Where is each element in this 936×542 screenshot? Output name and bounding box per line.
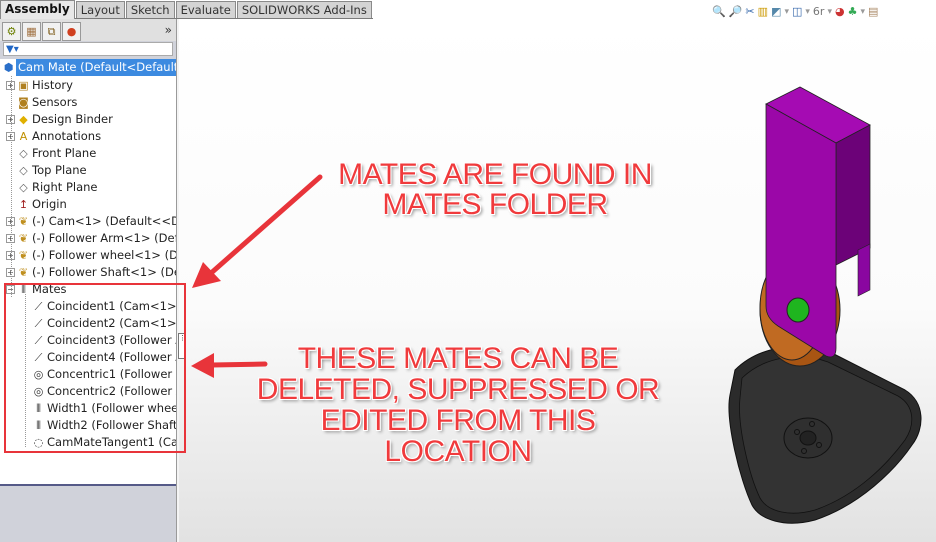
plane-icon: ◇ <box>19 181 28 194</box>
more-tabs-button[interactable]: » <box>165 23 172 37</box>
tree-guide-line <box>11 76 12 297</box>
view-orientation-icon[interactable]: ◩ <box>771 5 781 19</box>
tree-item-history[interactable]: + ▣ History <box>0 77 176 94</box>
propertymanager-icon[interactable]: ▦ <box>22 22 41 41</box>
hide-show-items-icon[interactable]: 6r <box>813 5 825 19</box>
tree-item-label: History <box>32 78 73 92</box>
tree-item-label: Sensors <box>32 95 78 109</box>
zoom-to-area-icon[interactable]: 🔎 <box>729 5 743 19</box>
tree-item-label: (-) Follower Arm<1> (Defau <box>32 231 176 245</box>
tab-solidworks-add-ins[interactable]: SOLIDWORKS Add-Ins <box>236 1 372 18</box>
tree-item-label: Annotations <box>32 129 102 143</box>
tree-item-follower-arm-1-defau[interactable]: +❦(-) Follower Arm<1> (Defau <box>0 230 176 247</box>
callout-line: MATES FOLDER <box>382 188 608 221</box>
callout-mates-edit: THESE MATES CAN BE DELETED, SUPPRESSED O… <box>228 343 688 467</box>
tree-item-label: Front Plane <box>32 146 97 160</box>
configurationmanager-icon[interactable]: ⧉ <box>42 22 61 41</box>
callout-line: LOCATION <box>384 435 532 468</box>
tree-item-label: Cam Mate (Default<Default_D <box>16 59 176 76</box>
callout-line: EDITED FROM THIS <box>320 404 596 437</box>
part-icon: ❦ <box>18 232 29 245</box>
callout-line: MATES ARE FOUND IN <box>338 158 652 191</box>
tree-item-label: (-) Follower Shaft<1> (Defa <box>32 265 176 279</box>
tree-item-follower-wheel-1-defa[interactable]: +❦(-) Follower wheel<1> (Defa <box>0 247 176 264</box>
edit-appearance-icon[interactable]: ◕ <box>835 5 845 19</box>
filter-input[interactable]: ▼▾ <box>3 42 173 56</box>
featuremanager-icon[interactable]: ⚙ <box>2 22 21 41</box>
display-style-icon[interactable]: ◫ <box>792 5 802 19</box>
section-view-icon[interactable]: ▥ <box>758 5 768 19</box>
follower-arm-part[interactable] <box>765 86 871 358</box>
dropdown-arrow-icon[interactable]: ▾ <box>827 5 832 19</box>
tree-divider <box>0 484 176 486</box>
filter-icon[interactable]: ▼▾ <box>6 44 19 55</box>
tab-assembly[interactable]: Assembly <box>0 0 75 19</box>
cam-part[interactable] <box>728 346 922 524</box>
part-icon: ❦ <box>18 249 29 262</box>
view-settings-icon[interactable]: ▤ <box>868 5 878 19</box>
dropdown-arrow-icon[interactable]: ▾ <box>784 5 789 19</box>
assembly-icon: ⬢ <box>3 61 14 74</box>
tab-evaluate[interactable]: Evaluate <box>175 1 236 18</box>
previous-view-icon[interactable]: ✂ <box>745 5 754 19</box>
annotations-icon: A <box>19 130 28 143</box>
tree-item-annotations[interactable]: + A Annotations <box>0 128 176 145</box>
zoom-to-fit-icon[interactable]: 🔍 <box>712 5 726 19</box>
origin-icon: ↥ <box>18 198 29 211</box>
callout-line: DELETED, SUPPRESSED OR <box>256 373 660 406</box>
tree-item-label: Right Plane <box>32 180 98 194</box>
tab-layout[interactable]: Layout <box>75 1 125 18</box>
follower-shaft-part[interactable] <box>786 297 810 323</box>
tree-item-right-plane[interactable]: ◇ Right Plane <box>0 179 176 196</box>
part-icon: ❦ <box>18 215 29 228</box>
callout-mates-folder: MATES ARE FOUND IN MATES FOLDER <box>310 160 680 220</box>
command-manager: Assembly Layout Sketch Evaluate SOLIDWORKS A… <box>0 0 936 19</box>
manager-tabs: ⚙ ▦ ⧉ ● » <box>0 19 176 41</box>
tree-item-label: Design Binder <box>32 112 113 126</box>
displaymanager-icon[interactable]: ● <box>62 22 81 41</box>
heads-up-view-toolbar: 🔍 🔎 ✂ ▥ ◩ ▾ ◫ ▾ 6r ▾ ◕ ♣ ▾ ▤ <box>712 5 878 19</box>
sensors-icon: ◙ <box>18 96 29 109</box>
tree-item-label: Top Plane <box>32 163 87 177</box>
part-icon: ❦ <box>18 266 29 279</box>
tree-item-top-plane[interactable]: ◇ Top Plane <box>0 162 176 179</box>
tree-item-front-plane[interactable]: ◇ Front Plane <box>0 145 176 162</box>
tab-sketch[interactable]: Sketch <box>125 1 175 18</box>
annotation-arrow-1 <box>192 174 323 288</box>
history-icon: ▣ <box>18 79 29 92</box>
design-binder-icon: ◆ <box>19 113 28 126</box>
tree-item-label: (-) Follower wheel<1> (Defa <box>32 248 176 262</box>
dropdown-arrow-icon[interactable]: ▾ <box>860 5 865 19</box>
panel-splitter[interactable] <box>177 19 179 542</box>
dropdown-arrow-icon[interactable]: ▾ <box>805 5 810 19</box>
tree-item-cam-1-default-defa[interactable]: +❦(-) Cam<1> (Default<<Defa <box>0 213 176 230</box>
apply-scene-icon[interactable]: ♣ <box>848 5 858 19</box>
plane-icon: ◇ <box>19 164 28 177</box>
mates-highlight-box <box>4 283 186 453</box>
callout-line: THESE MATES CAN BE <box>297 342 619 375</box>
tree-item-sensors[interactable]: ◙ Sensors <box>0 94 176 111</box>
tree-item-design-binder[interactable]: + ◆ Design Binder <box>0 111 176 128</box>
tree-item-origin[interactable]: ↥ Origin <box>0 196 176 213</box>
tree-item-follower-shaft-1-defa[interactable]: +❦(-) Follower Shaft<1> (Defa <box>0 264 176 281</box>
tree-item-label: (-) Cam<1> (Default<<Defa <box>32 214 176 228</box>
plane-icon: ◇ <box>19 147 28 160</box>
feature-manager-panel: ⚙ ▦ ⧉ ● » ▼▾ ⬢ Cam Mate (Default<Default_… <box>0 19 177 542</box>
tree-item-label: Origin <box>32 197 67 211</box>
